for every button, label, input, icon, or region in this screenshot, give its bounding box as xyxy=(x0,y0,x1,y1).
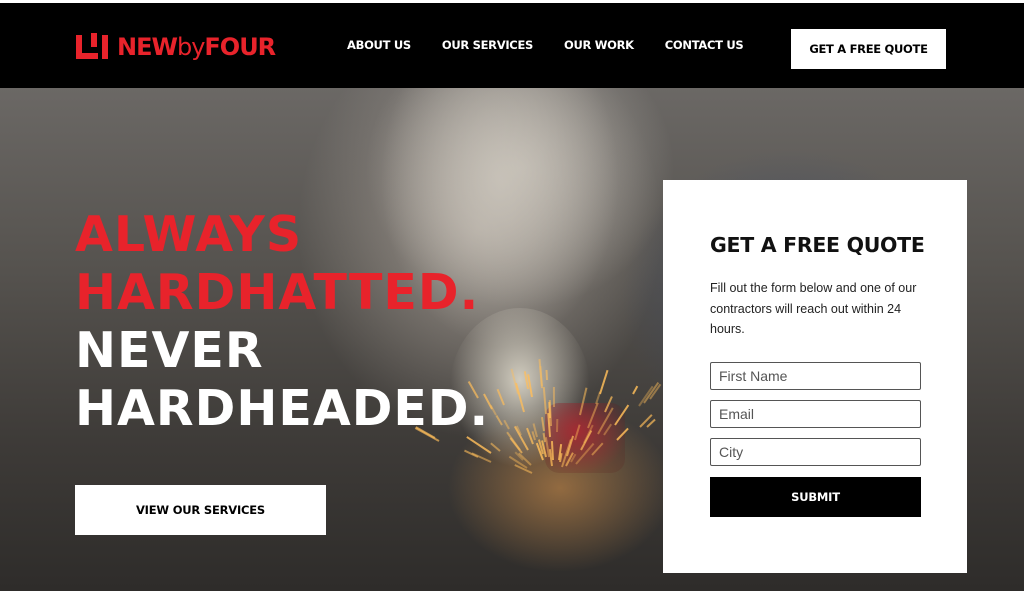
main-nav: ABOUT US OUR SERVICES OUR WORK CONTACT U… xyxy=(347,38,774,52)
submit-button[interactable]: SUBMIT xyxy=(710,477,921,517)
logo-mark-icon xyxy=(76,33,110,61)
quote-form: GET A FREE QUOTE Fill out the form below… xyxy=(663,180,967,573)
headline-line-hardheaded: HARDHEADED. xyxy=(75,380,490,437)
get-free-quote-button[interactable]: GET A FREE QUOTE xyxy=(791,29,946,69)
form-description: Fill out the form below and one of our c… xyxy=(710,281,917,336)
hero-headline: ALWAYS HARDHATTED. NEVER HARDHEADED. xyxy=(75,206,489,438)
nav-about-us[interactable]: ABOUT US xyxy=(347,38,411,52)
site-header: NEWbyFOUR ABOUT US OUR SERVICES OUR WORK… xyxy=(0,3,1024,88)
spark-streak xyxy=(545,369,548,380)
spark-streak xyxy=(598,369,609,395)
hero-section: ALWAYS HARDHATTED. NEVER HARDHEADED. VIE… xyxy=(0,88,1024,591)
view-our-services-button[interactable]: VIEW OUR SERVICES xyxy=(75,485,326,535)
headline-line-never: NEVER xyxy=(75,322,264,379)
nav-our-services[interactable]: OUR SERVICES xyxy=(442,38,533,52)
spark-streak xyxy=(555,418,559,432)
logo-wordmark: NEWbyFOUR xyxy=(117,33,276,61)
email-field[interactable] xyxy=(710,400,921,428)
first-name-field[interactable] xyxy=(710,362,921,390)
form-title: GET A FREE QUOTE xyxy=(710,233,925,257)
brand-logo[interactable]: NEWbyFOUR xyxy=(76,31,276,63)
headline-line-hardhatted: HARDHATTED. xyxy=(75,264,480,321)
nav-our-work[interactable]: OUR WORK xyxy=(564,38,634,52)
city-field[interactable] xyxy=(710,438,921,466)
headline-line-always: ALWAYS xyxy=(75,206,303,263)
nav-contact-us[interactable]: CONTACT US xyxy=(665,38,744,52)
